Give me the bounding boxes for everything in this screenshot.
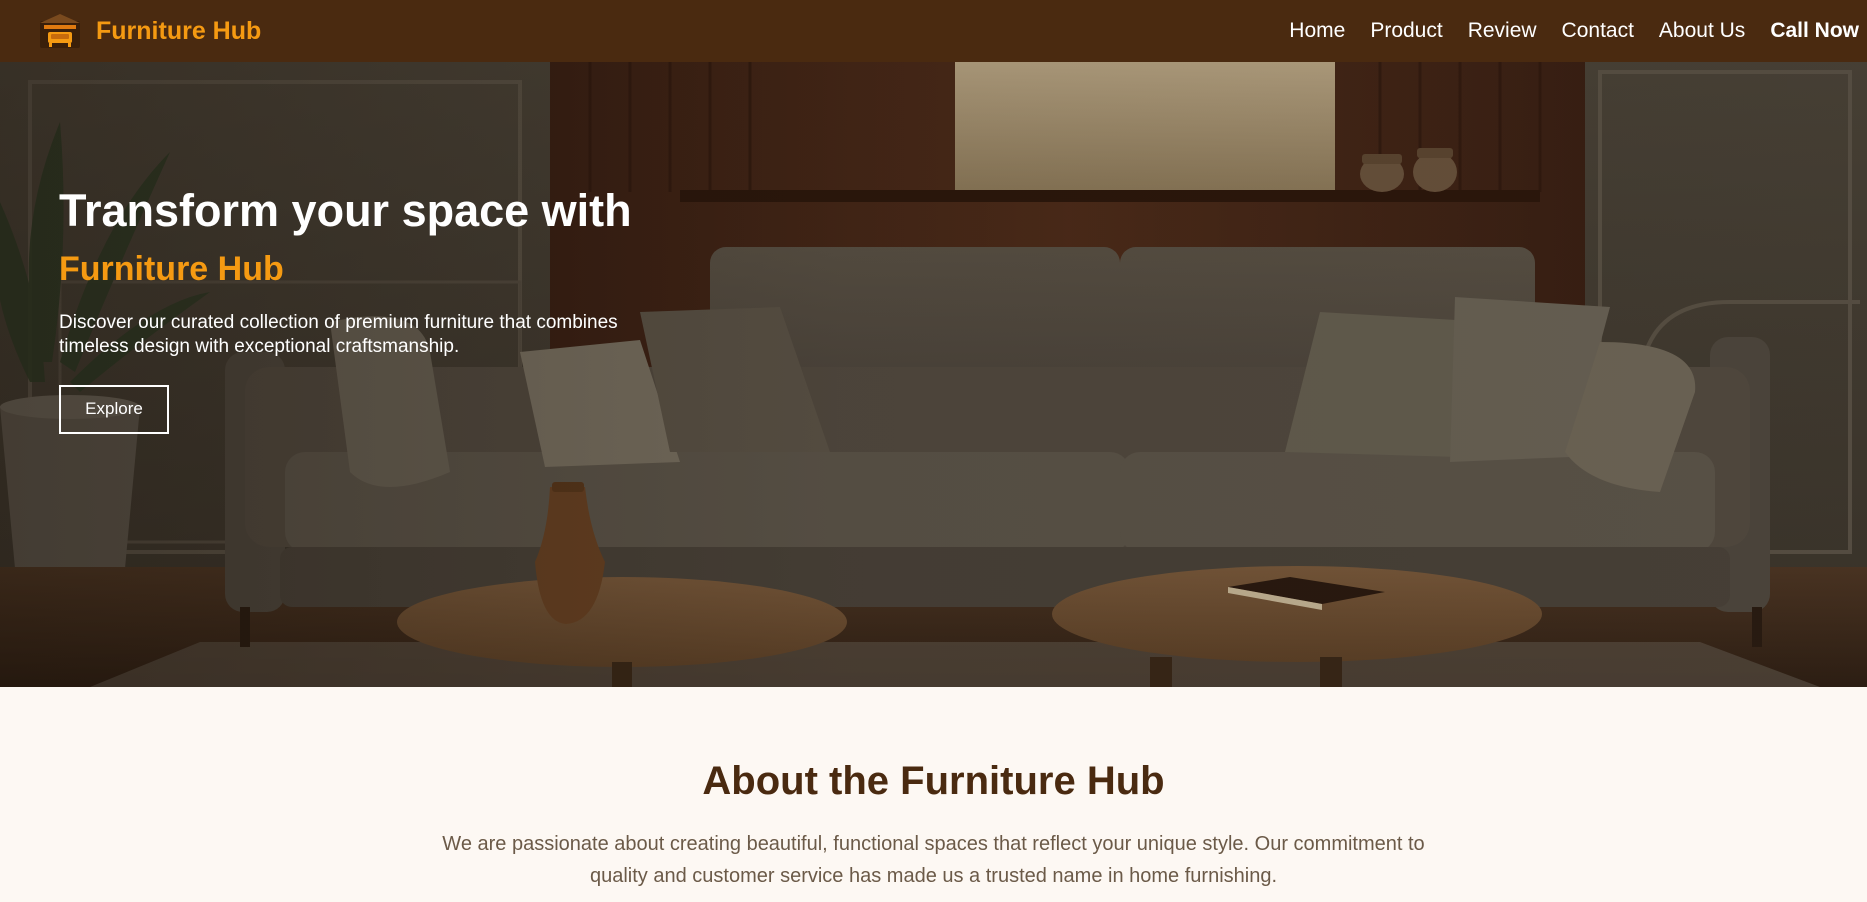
nav-link-about-us[interactable]: About Us [1659, 19, 1745, 43]
nav-link-review[interactable]: Review [1468, 19, 1537, 43]
hero-accent-title: Furniture Hub [59, 250, 284, 289]
navbar: Furniture Hub Home Product Review Contac… [0, 0, 1867, 62]
brand-name: Furniture Hub [96, 16, 262, 45]
about-section: About the Furniture Hub We are passionat… [0, 687, 1867, 902]
nav-link-contact[interactable]: Contact [1562, 19, 1634, 43]
about-title: About the Furniture Hub [702, 759, 1165, 803]
hero-content: Transform your space with Furniture Hub … [59, 185, 739, 434]
call-now-link[interactable]: Call Now [1770, 19, 1859, 43]
hero-description: Discover our curated collection of premi… [59, 312, 618, 357]
hero-section: Transform your space with Furniture Hub … [0, 62, 1867, 687]
about-text: We are passionate about creating beautif… [442, 833, 1425, 887]
nav-links: Home Product Review Contact About Us Cal… [1264, 19, 1859, 43]
brand[interactable]: Furniture Hub [38, 13, 261, 49]
nav-link-home[interactable]: Home [1289, 19, 1345, 43]
furniture-store-icon [40, 14, 80, 48]
nav-link-product[interactable]: Product [1370, 19, 1442, 43]
hero-title: Transform your space with [59, 185, 632, 236]
explore-button[interactable]: Explore [59, 384, 169, 434]
